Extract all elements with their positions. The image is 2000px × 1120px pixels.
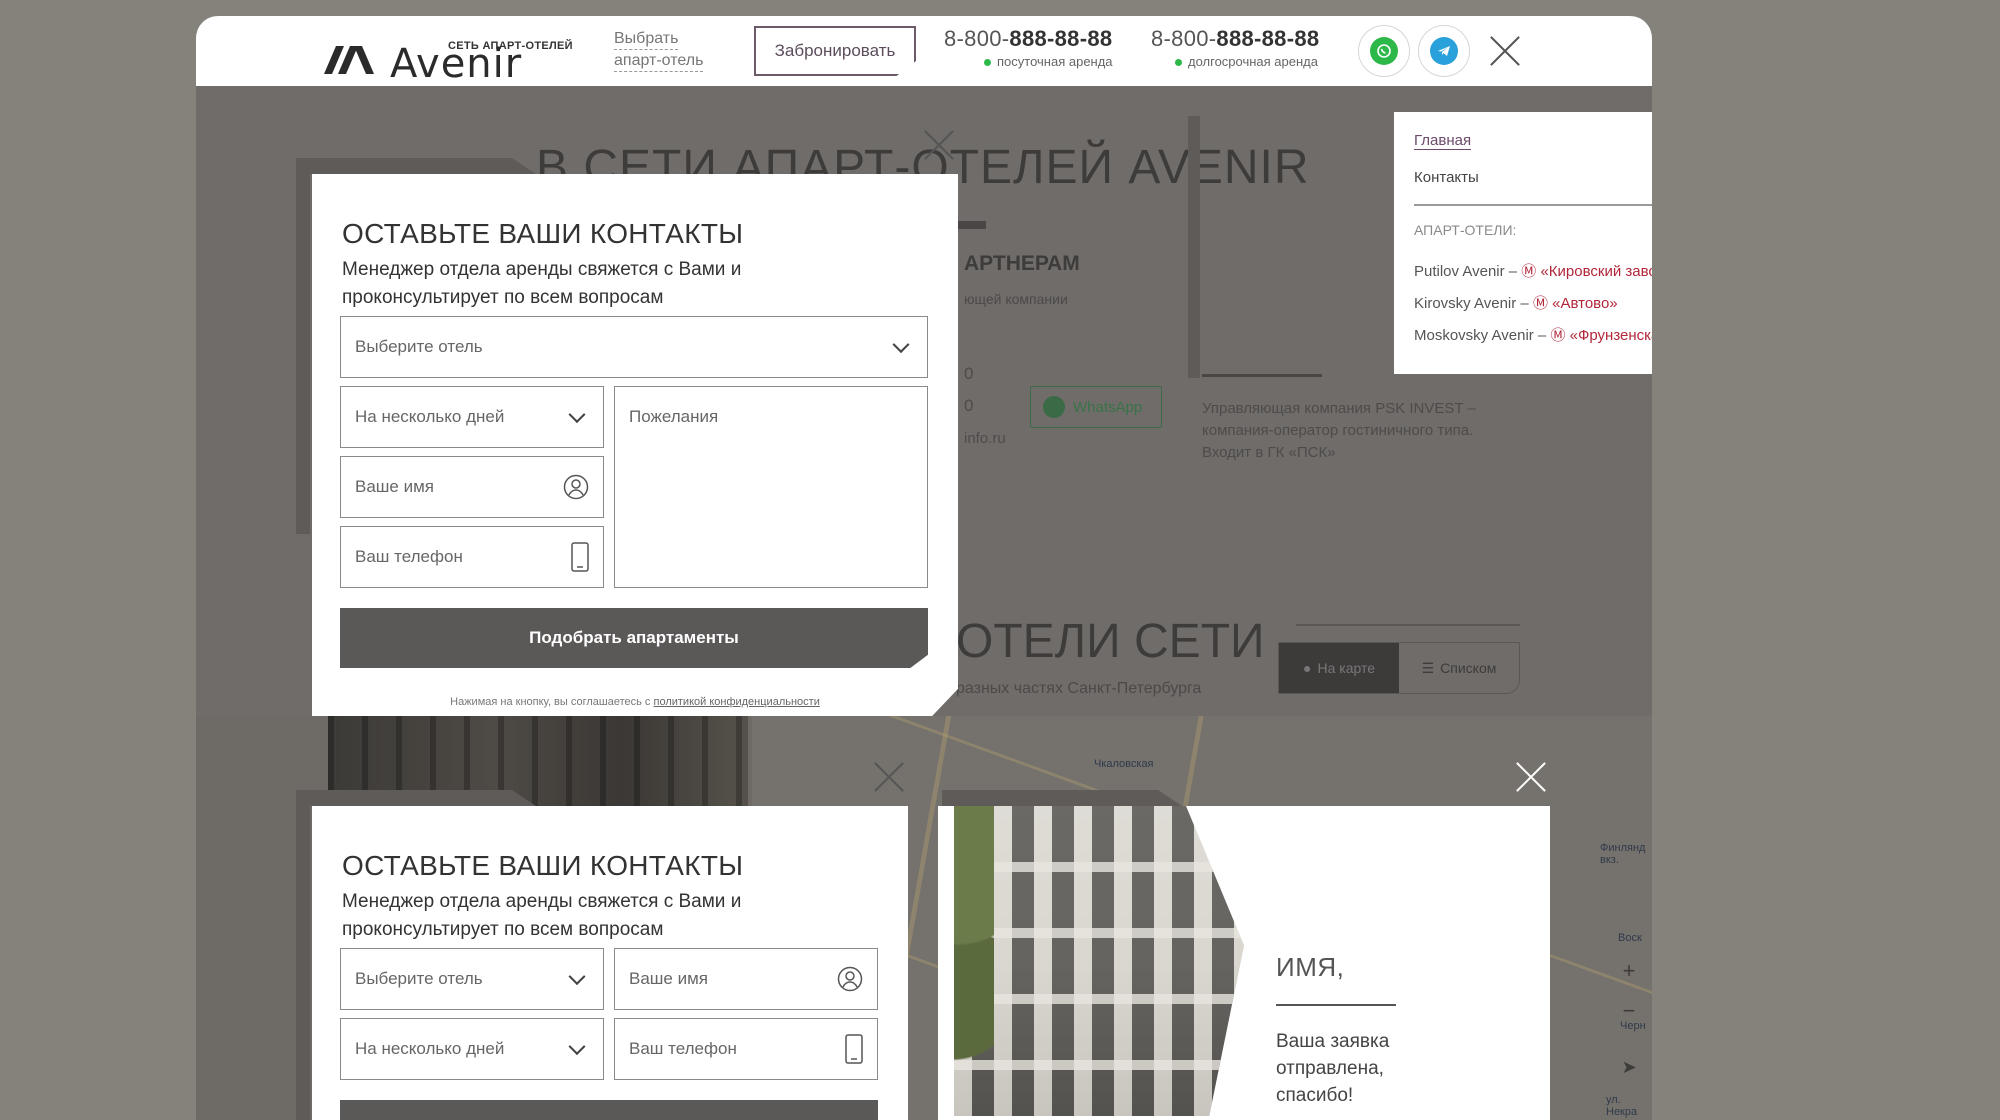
modal-shadow [296, 174, 310, 534]
user-icon [837, 966, 863, 992]
duration-select[interactable]: На несколько дней [340, 386, 604, 448]
contact-modal-compact: ОСТАВЬТЕ ВАШИ КОНТАКТЫ Менеджер отдела а… [312, 806, 908, 1120]
success-name: ИМЯ, [1276, 952, 1345, 982]
site-header: СЕТЬ АПАРТ-ОТЕЛЕЙ Avenir Выбрать апарт-о… [196, 16, 1652, 86]
chevron-down-icon [568, 406, 586, 424]
phone-daily[interactable]: 8-800-888-88-88 посуточная аренда [944, 26, 1113, 69]
hotels-subtitle: разных частях Санкт-Петербурга [956, 680, 1202, 697]
privacy-policy-link[interactable]: политикой конфиденциальности [653, 696, 819, 708]
modal-shadow [296, 790, 536, 806]
partners-subtitle: ющей компании [964, 291, 1068, 307]
locate-icon[interactable]: ➤ [1614, 1052, 1644, 1082]
wishes-textarea[interactable]: Пожелания [614, 386, 928, 588]
modal-close-icon[interactable] [922, 128, 956, 162]
logo[interactable]: СЕТЬ АПАРТ-ОТЕЛЕЙ Avenir [324, 28, 574, 84]
nav-dropdown: Главная Контакты АПАРТ-ОТЕЛИ: Putilov Av… [1394, 112, 1652, 374]
phone-longterm[interactable]: 8-800-888-88-88 долгосрочная аренда [1151, 26, 1319, 69]
modal-shadow [942, 790, 1182, 806]
divider [1296, 624, 1520, 626]
modal-close-icon[interactable] [1514, 760, 1548, 794]
partners-heading: АРТНЕРАМ [964, 252, 1080, 275]
bg-email: info.ru [964, 430, 1006, 447]
view-toggle: ● На карте ☰ Списком [1278, 642, 1520, 694]
phone-note: посуточная аренда [944, 54, 1113, 69]
divider [1202, 374, 1322, 377]
list-icon: ☰ [1421, 659, 1435, 676]
modal-description: Менеджер отдела аренды свяжется с Вами и… [342, 259, 742, 308]
map-label: ул. Некра [1606, 1094, 1638, 1118]
company-info: Управляющая компания PSK INVEST – компан… [1202, 400, 1476, 461]
view-list-tab[interactable]: ☰ Списком [1399, 643, 1519, 693]
building-photo [954, 806, 1244, 1116]
modal-title: ОСТАВЬТЕ ВАШИ КОНТАКТЫ [342, 850, 744, 881]
user-icon [563, 474, 589, 500]
submit-button[interactable] [340, 1100, 878, 1120]
metro-icon: Ⓜ [1521, 263, 1541, 280]
bg-phone-2: 0 [964, 396, 974, 415]
whatsapp-icon [1370, 37, 1398, 65]
success-message: Ваша заявка отправлена, спасибо! [1276, 1031, 1390, 1106]
whatsapp-header-button[interactable] [1358, 25, 1410, 77]
logo-wordmark: Avenir [390, 41, 523, 87]
whatsapp-button[interactable]: WhatsApp [1030, 386, 1162, 428]
contact-modal: ОСТАВЬТЕ ВАШИ КОНТАКТЫ Менеджер отдела а… [312, 174, 958, 716]
consent-text: Нажимая на кнопку, вы соглашаетесь с пол… [450, 696, 820, 708]
choose-hotel-link[interactable]: Выбрать апарт-отель [614, 28, 704, 72]
hotels-heading: АПАРТ-ОТЕЛИ: [1414, 222, 1517, 238]
chevron-down-icon [568, 1038, 586, 1056]
nav-hotel-moskovsky[interactable]: Moskovsky Avenir – Ⓜ «Фрунзенская» [1414, 324, 1652, 345]
modal-title: ОСТАВЬТЕ ВАШИ КОНТАКТЫ [342, 218, 744, 249]
map-label: Воск [1618, 932, 1642, 944]
modal-description: Менеджер отдела аренды свяжется с Вами и… [342, 891, 742, 940]
bg-phone-1: 0 [964, 364, 974, 383]
modal-close-icon[interactable] [872, 760, 906, 794]
name-input[interactable]: Ваше имя [340, 456, 604, 518]
zoom-out-button[interactable]: − [1614, 996, 1644, 1026]
divider [956, 221, 986, 229]
divider [1276, 1004, 1396, 1006]
chevron-down-icon [568, 968, 586, 986]
hotels-title: ОТЕЛИ СЕТИ [956, 615, 1265, 668]
submit-button[interactable]: Подобрать апартаменты [340, 608, 928, 668]
map-label: Финлянд вкз. [1600, 842, 1646, 866]
modal-shadow [296, 158, 536, 174]
telegram-icon [1430, 37, 1458, 65]
map-label: Чкаловская [1094, 758, 1154, 770]
phone-input[interactable]: Ваш телефон [340, 526, 604, 588]
metro-icon: Ⓜ [1550, 327, 1570, 344]
zoom-in-button[interactable]: + [1614, 956, 1644, 986]
divider [1414, 204, 1652, 206]
modal-shadow [296, 806, 310, 1120]
hotel-select[interactable]: Выберите отель [340, 948, 604, 1010]
dropdown-shadow [1188, 116, 1200, 378]
menu-close-icon[interactable] [1488, 34, 1522, 68]
phone-icon [571, 542, 589, 572]
nav-hotel-kirovsky[interactable]: Kirovsky Avenir – Ⓜ «Автово» [1414, 292, 1618, 313]
logo-mark-icon [324, 46, 374, 74]
success-modal: ИМЯ, Ваша заявка отправлена, спасибо! [938, 806, 1550, 1120]
chevron-down-icon [892, 336, 910, 354]
book-button[interactable]: Забронировать [754, 26, 916, 76]
phone-input[interactable]: Ваш телефон [614, 1018, 878, 1080]
whatsapp-icon [1043, 396, 1065, 418]
telegram-header-button[interactable] [1418, 25, 1470, 77]
metro-icon: Ⓜ [1532, 295, 1553, 312]
pin-icon: ● [1303, 660, 1312, 676]
phone-icon [845, 1034, 863, 1064]
duration-select[interactable]: На несколько дней [340, 1018, 604, 1080]
name-input[interactable]: Ваше имя [614, 948, 878, 1010]
hotel-select[interactable]: Выберите отель [340, 316, 928, 378]
nav-item-contacts[interactable]: Контакты [1414, 169, 1479, 186]
site-frame: В СЕТИ АПАРТ-ОТЕЛЕЙ AVENIR АРТНЕРАМ ющей… [196, 16, 1652, 1120]
phone-note: долгосрочная аренда [1151, 54, 1319, 69]
nav-item-home[interactable]: Главная [1414, 132, 1472, 150]
nav-hotel-putilov[interactable]: Putilov Avenir – Ⓜ «Кировский завод» [1414, 260, 1652, 281]
view-map-tab[interactable]: ● На карте [1279, 643, 1399, 693]
